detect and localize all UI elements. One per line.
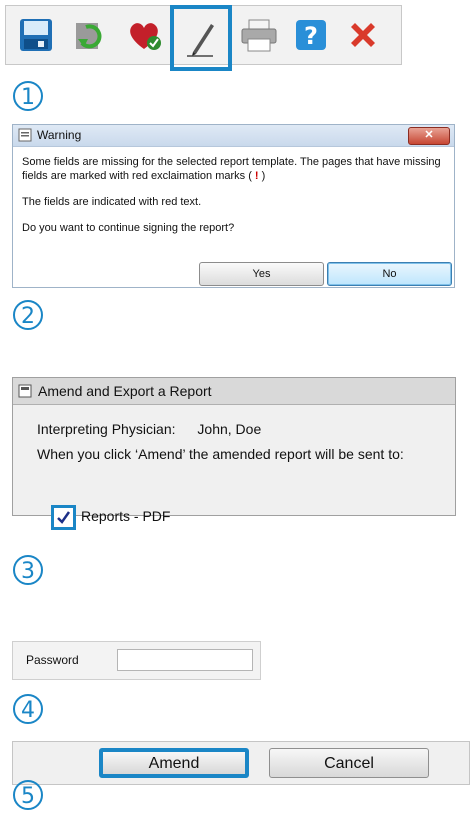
pen-sign-icon <box>187 24 214 57</box>
amend-title-bar: Amend and Export a Report <box>13 378 455 405</box>
reports-pdf-label: Reports - PDF <box>81 508 171 524</box>
svg-text:?: ? <box>304 22 318 50</box>
warning-window-icon <box>18 128 32 142</box>
print-button[interactable] <box>238 14 280 56</box>
refresh-button[interactable] <box>69 14 111 56</box>
dialog-title: Warning <box>37 128 82 142</box>
amend-export-window: Amend and Export a Report Interpreting P… <box>12 377 456 530</box>
sign-report-button[interactable] <box>170 5 232 71</box>
amend-button[interactable]: Amend <box>99 748 249 778</box>
dialog-message: Some fields are missing for the selected… <box>22 155 446 247</box>
close-button[interactable] <box>342 14 384 56</box>
continue-question: Do you want to continue signing the repo… <box>22 222 235 234</box>
password-field[interactable] <box>117 649 253 671</box>
dialog-title-bar: Warning ✕ <box>13 125 454 147</box>
physician-label: Interpreting Physician: <box>37 421 176 437</box>
physician-name: John, Doe <box>197 421 262 437</box>
refresh-icon <box>76 23 102 49</box>
step-2-marker: 2 <box>13 300 43 330</box>
red-exclamation-mark: ! <box>254 170 259 182</box>
no-button[interactable]: No <box>327 262 452 286</box>
help-button[interactable]: ? <box>290 14 332 56</box>
action-bar: Amend Cancel <box>12 741 470 785</box>
step-1-marker: 1 <box>13 81 43 111</box>
red-text-message: The fields are indicated with red text. <box>22 196 202 208</box>
password-panel: Password <box>12 641 261 680</box>
yes-button[interactable]: Yes <box>199 262 324 286</box>
step-5-marker: 5 <box>13 780 43 810</box>
close-icon <box>351 23 375 47</box>
physician-row: Interpreting Physician: John, Doe <box>37 421 261 437</box>
password-label: Password <box>26 653 79 667</box>
toolbar: ? <box>5 5 402 71</box>
amend-title: Amend and Export a Report <box>38 383 212 399</box>
window-icon <box>18 384 32 398</box>
warning-dialog: Warning ✕ Some fields are missing for th… <box>12 124 455 288</box>
amend-info: When you click ‘Amend’ the amended repor… <box>37 446 404 462</box>
save-icon <box>20 19 52 51</box>
heart-icon <box>130 23 161 50</box>
step-4-marker: 4 <box>13 694 43 724</box>
missing-fields-message: Some fields are missing for the selected… <box>22 156 441 182</box>
heart-button[interactable] <box>123 14 165 56</box>
checkmark-icon <box>57 511 71 524</box>
print-icon <box>241 19 277 52</box>
reports-pdf-checkbox[interactable] <box>51 505 76 530</box>
cancel-button[interactable]: Cancel <box>269 748 429 778</box>
step-3-marker: 3 <box>13 555 43 585</box>
dialog-close-button[interactable]: ✕ <box>408 127 450 145</box>
save-button[interactable] <box>15 14 57 56</box>
help-icon: ? <box>296 20 326 50</box>
